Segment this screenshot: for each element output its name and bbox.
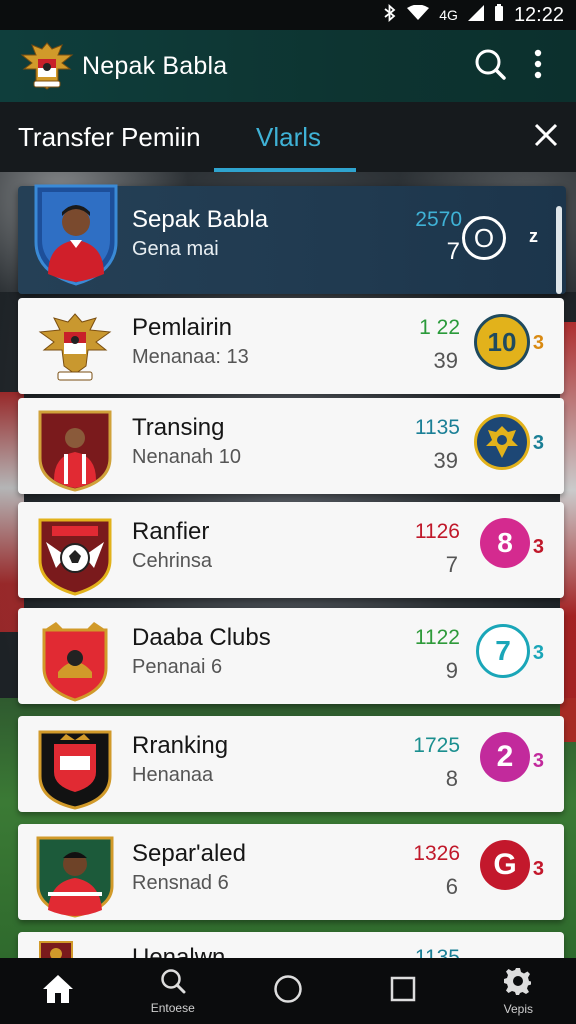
battery-icon: [494, 3, 504, 27]
search-button[interactable]: [466, 42, 514, 90]
winged-ball-crest-icon: [36, 512, 114, 596]
circle-icon: [273, 974, 303, 1009]
app-title: Nepak Babla: [82, 51, 228, 80]
home-icon: [41, 973, 75, 1010]
list-item-selected[interactable]: Sepak Babla Gena mai 2570 7 O z: [18, 184, 566, 294]
status-time: 12:22: [513, 3, 564, 26]
card-circle: 7: [476, 624, 530, 678]
card-name: Ranfier: [132, 518, 210, 545]
card-rank: 8: [445, 766, 458, 791]
list-item[interactable]: Separ'aled Rensnad 6 1326 6 G 3: [18, 824, 564, 920]
card-circle-suffix: 3: [532, 536, 544, 558]
player-portrait-icon: [32, 182, 120, 286]
card-name: Pemlairin: [132, 314, 233, 341]
card-circle-suffix: 3: [532, 332, 544, 354]
nav-home[interactable]: [13, 958, 103, 1024]
signal-icon: [467, 4, 484, 26]
nav-search[interactable]: Entoese: [128, 958, 218, 1024]
card-rank: 7: [446, 238, 460, 265]
player-portrait-icon: [36, 834, 114, 918]
close-button[interactable]: [516, 102, 576, 172]
card-sub: Penanai 6: [132, 656, 223, 678]
wifi-icon: [407, 4, 430, 26]
card-sub: Nenanah 10: [132, 446, 241, 468]
card-circle: 8: [480, 518, 530, 568]
list-item[interactable]: Transing Nenanah 10 1135 39 3: [18, 398, 564, 494]
card-name: Sepak Babla: [132, 206, 269, 233]
status-bar: 4G 12:22: [0, 0, 576, 30]
card-sub: Menanaa: 13: [132, 346, 249, 368]
list-item[interactable]: Pemlairin Menanaa: 13 1 22 39 10 3: [18, 298, 564, 394]
bottom-navigation: Entoese Vepis: [0, 958, 576, 1024]
garuda-crest-icon: [36, 308, 114, 386]
card-circle-suffix: 3: [532, 750, 544, 772]
bluetooth-icon: [383, 3, 397, 27]
nav-square[interactable]: [358, 958, 448, 1024]
card-circle: G: [480, 840, 530, 890]
card-name: Rranking: [132, 732, 229, 759]
card-circle-suffix: 3: [532, 432, 544, 454]
square-icon: [390, 976, 416, 1007]
card-number: 1126: [414, 520, 460, 543]
list-item[interactable]: Ranfier Cehrinsa 1126 7 8 3: [18, 502, 564, 598]
search-icon: [160, 968, 186, 999]
card-number: 2570: [415, 208, 462, 231]
card-sub: Rensnad 6: [132, 872, 229, 894]
gear-icon: [504, 967, 532, 1000]
card-circle-suffix: 3: [532, 858, 544, 880]
club-crest-circle-icon: [474, 414, 530, 470]
card-rank: 7: [445, 552, 458, 577]
card-number: 1725: [413, 734, 460, 757]
card-number: 1 22: [419, 316, 460, 339]
card-number: 1122: [414, 626, 460, 649]
card-sub: Gena mai: [132, 238, 219, 260]
card-number: 1326: [413, 842, 460, 865]
card-rank: 39: [433, 448, 458, 473]
card-rank: 39: [433, 348, 458, 373]
close-icon: [533, 122, 559, 153]
card-name: Separ'aled: [132, 840, 246, 867]
card-circle: 10: [474, 314, 530, 370]
tab-transfer[interactable]: Transfer Pemiin: [0, 102, 214, 172]
card-name: Transing: [132, 414, 225, 441]
card-circle: O: [462, 216, 506, 260]
black-shield-crest-icon: [36, 726, 114, 810]
card-sub: Cehrinsa: [132, 550, 213, 572]
card-number: 1135: [414, 946, 460, 958]
nav-settings[interactable]: Vepis: [473, 958, 563, 1024]
card-rank: 9: [445, 658, 458, 683]
card-rank: 6: [445, 874, 458, 899]
garuda-logo-icon: [18, 37, 76, 95]
tab-vlarls[interactable]: Vlarls: [214, 102, 356, 172]
helmet-crest-icon: [36, 618, 114, 702]
player-shield-icon: [36, 408, 114, 492]
card-name: Uenalwn: [132, 944, 226, 958]
network-label: 4G: [439, 7, 458, 23]
player-list[interactable]: Sepak Babla Gena mai 2570 7 O z Pemlairi…: [0, 172, 576, 958]
scrollbar[interactable]: [556, 206, 562, 294]
card-circle-suffix: 3: [532, 642, 544, 664]
search-icon: [474, 48, 506, 85]
card-circle: 2: [480, 732, 530, 782]
app-bar: Nepak Babla: [0, 30, 576, 102]
nav-settings-label: Vepis: [503, 1001, 534, 1016]
more-vert-icon: [533, 49, 543, 84]
nav-search-label: Entoese: [150, 1000, 195, 1015]
card-circle-suffix: z: [529, 226, 538, 246]
club-crest-icon: [36, 938, 114, 958]
card-name: Daaba Clubs: [132, 624, 271, 651]
card-number: 1135: [414, 416, 460, 439]
list-item[interactable]: Rranking Henanaa 1725 8 2 3: [18, 716, 564, 812]
more-options-button[interactable]: [514, 42, 562, 90]
tab-bar: Transfer Pemiin Vlarls: [0, 102, 576, 172]
nav-circle[interactable]: [243, 958, 333, 1024]
list-item[interactable]: Uenalwn 1135: [18, 932, 564, 958]
card-sub: Henanaa: [132, 764, 214, 786]
list-item[interactable]: Daaba Clubs Penanai 6 1122 9 7 3: [18, 608, 564, 704]
